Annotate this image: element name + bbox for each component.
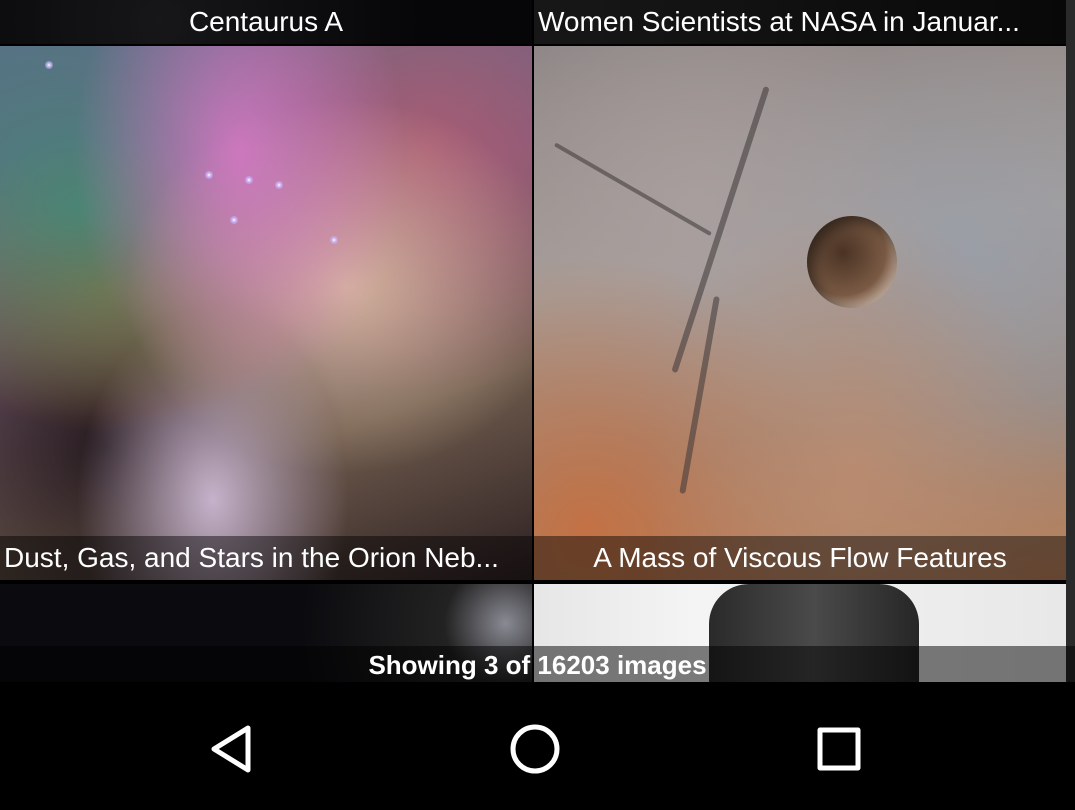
- nebula-star: [330, 236, 338, 244]
- gallery-tile-centaurus-a[interactable]: Centaurus A: [0, 0, 532, 44]
- gallery-tile-viscous-flow[interactable]: A Mass of Viscous Flow Features: [534, 46, 1066, 580]
- tile-title: Dust, Gas, and Stars in the Orion Neb...: [0, 536, 532, 580]
- nebula-star: [275, 181, 283, 189]
- system-nav-bar: [0, 684, 1075, 810]
- terrain-ridge: [671, 86, 770, 374]
- terrain-ridge: [554, 142, 712, 236]
- nebula-star: [230, 216, 238, 224]
- back-button[interactable]: [198, 714, 268, 784]
- back-triangle-icon: [211, 725, 251, 773]
- app-screen: Centaurus A Women Scientists at NASA in …: [0, 0, 1075, 810]
- nebula-star: [45, 61, 53, 69]
- home-circle-icon: [510, 724, 560, 774]
- home-button[interactable]: [500, 714, 570, 784]
- tile-title: A Mass of Viscous Flow Features: [534, 536, 1066, 580]
- image-gallery[interactable]: Centaurus A Women Scientists at NASA in …: [0, 0, 1075, 682]
- tile-title: Centaurus A: [0, 0, 532, 44]
- nebula-star: [245, 176, 253, 184]
- nebula-star: [205, 171, 213, 179]
- image-count-status: Showing 3 of 16203 images: [0, 646, 1075, 682]
- crater: [807, 216, 897, 308]
- gallery-tile-orion-nebula[interactable]: Dust, Gas, and Stars in the Orion Neb...: [0, 46, 532, 580]
- gallery-tile-women-scientists[interactable]: Women Scientists at NASA in Januar...: [534, 0, 1066, 44]
- tile-title: Women Scientists at NASA in Januar...: [534, 0, 1066, 44]
- recents-square-icon: [817, 727, 861, 771]
- recents-button[interactable]: [804, 714, 874, 784]
- scroll-edge: [1066, 0, 1075, 682]
